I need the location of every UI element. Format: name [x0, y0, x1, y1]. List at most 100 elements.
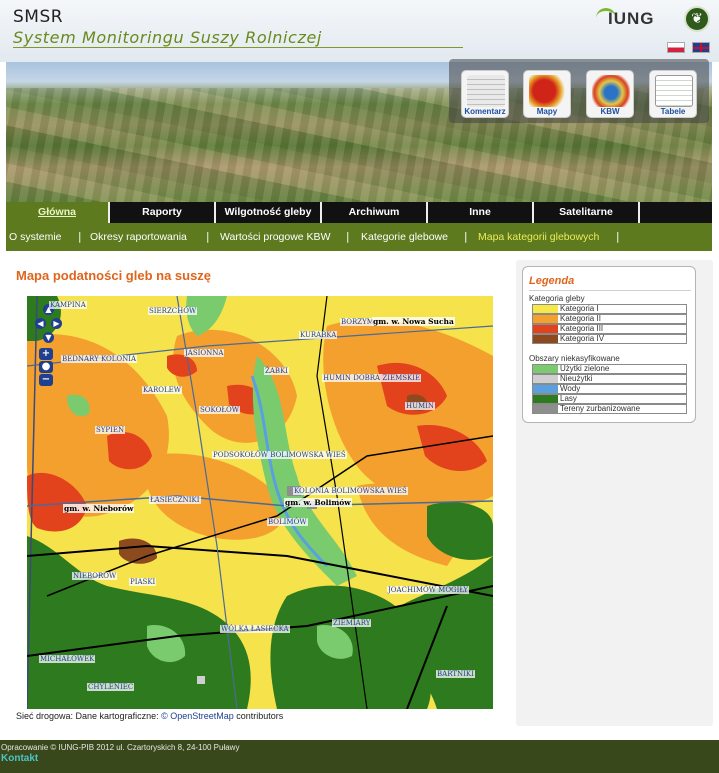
legend-row: Kategoria III: [532, 324, 687, 334]
soil-map[interactable]: ▲ ◀ ▶ ▼ + ● − KAMPINA SIERZCHÓW BORZYM K…: [27, 296, 493, 709]
legend-row-label: Kategoria IV: [560, 334, 605, 343]
zoom-control[interactable]: + ● −: [39, 348, 53, 388]
map-legend: Legenda Kategoria gleby Kategoria I Kate…: [522, 266, 696, 423]
site-abbreviation: SMSR: [13, 7, 64, 27]
legend-row: Wody: [532, 384, 687, 394]
footer-copyright: Opracowanie © IUNG-PIB 2012 ul. Czartory…: [1, 743, 240, 752]
legend-row-label: Użytki zielone: [560, 364, 610, 373]
tile-mapy[interactable]: Mapy: [523, 70, 571, 118]
tile-label: Tabele: [660, 107, 686, 116]
subnav-separator: |: [616, 231, 620, 243]
legend-swatch: [533, 305, 558, 313]
map-place-label: SOKOŁÓW: [199, 406, 240, 414]
map-place-label: JOACHIMÓW MOGIŁY: [387, 586, 470, 594]
legend-row-label: Lasy: [560, 394, 577, 403]
subnav-separator: |: [78, 231, 82, 243]
page-title: Mapa podatności gleb na suszę: [16, 268, 212, 283]
legend-swatch: [533, 375, 558, 383]
pan-right-icon[interactable]: ▶: [51, 318, 62, 329]
map-place-label: SYPIEŃ: [95, 426, 126, 434]
iung-logo[interactable]: IUNG: [596, 6, 676, 32]
main-nav: Główna Raporty Wilgotność gleby Archiwum…: [6, 202, 712, 223]
globe-icon[interactable]: ●: [39, 361, 53, 373]
table-icon: [655, 75, 693, 107]
map-place-label: BEDNARY KOLONIA: [61, 355, 138, 363]
credit-suffix: contributors: [236, 711, 284, 721]
subnav-okresy-raportowania[interactable]: Okresy raportowania: [90, 231, 187, 243]
tab-inne[interactable]: Inne: [428, 202, 534, 223]
tile-label: Mapy: [536, 107, 558, 116]
title-underline: [13, 47, 463, 48]
tile-komentarz[interactable]: Komentarz: [461, 70, 509, 118]
subnav-o-systemie[interactable]: O systemie: [9, 231, 62, 243]
legend-swatch: [533, 335, 558, 343]
legend-row: Użytki zielone: [532, 364, 687, 374]
contact-link[interactable]: Kontakt: [1, 753, 38, 764]
legend-row-label: Kategoria II: [560, 314, 601, 323]
subnav-wartosci-progowe[interactable]: Wartości progowe KBW: [220, 231, 330, 243]
legend-row: Kategoria II: [532, 314, 687, 324]
site-title[interactable]: System Monitoringu Suszy Rolniczej: [13, 28, 322, 47]
map-place-label: PODSOKOŁÓW BOLIMOWSKA WIEŚ: [212, 451, 347, 459]
legend-row: Tereny zurbanizowane: [532, 404, 687, 414]
map-place-label: HUMIN DOBRA ZIEMSKIE: [322, 374, 422, 382]
map-place-label: KURABKA: [299, 331, 338, 339]
legend-swatch: [533, 365, 558, 373]
map-place-label: KOLONIA BOLIMOWSKA WIEŚ: [293, 487, 408, 495]
pan-left-icon[interactable]: ◀: [35, 318, 46, 329]
tab-satelitarne[interactable]: Satelitarne: [534, 202, 640, 223]
map-place-label: HUMIN: [405, 402, 436, 410]
legend-swatch: [533, 315, 558, 323]
subnav-mapa-kategorii[interactable]: Mapa kategorii glebowych: [478, 231, 599, 243]
leaf-seal-icon[interactable]: ❦: [684, 6, 710, 32]
legend-swatch: [533, 325, 558, 333]
map-place-label: BARTNIKI: [436, 670, 475, 678]
tile-kbw[interactable]: KBW: [586, 70, 634, 118]
legend-row: Kategoria I: [532, 304, 687, 314]
legend-row-label: Kategoria III: [560, 324, 604, 333]
map-place-label: CHYLENIEC: [87, 683, 135, 691]
map-place-label: MICHAŁÓWEK: [39, 655, 96, 663]
map-place-label: BOLIMÓW: [267, 518, 308, 526]
map-gmina-label: gm. w. Nieborów: [63, 504, 135, 513]
legend-divider: [529, 290, 691, 291]
tile-label: KBW: [600, 107, 620, 116]
site-footer: Opracowanie © IUNG-PIB 2012 ul. Czartory…: [0, 740, 719, 773]
osm-link[interactable]: © OpenStreetMap: [161, 711, 234, 721]
tile-tabele[interactable]: Tabele: [649, 70, 697, 118]
zoom-in-icon[interactable]: +: [39, 348, 53, 360]
map-place-label: JASIONNA: [184, 349, 225, 357]
tab-archiwum[interactable]: Archiwum: [322, 202, 428, 223]
subnav-separator: |: [346, 231, 350, 243]
legend-row: Kategoria IV: [532, 334, 687, 344]
sub-nav: O systemie | Okresy raportowania | Warto…: [6, 223, 712, 251]
map-place-label: ŻABKI: [264, 367, 290, 375]
credit-prefix: Sieć drogowa: Dane kartograficzne:: [16, 711, 159, 721]
zoom-out-icon[interactable]: −: [39, 374, 53, 386]
subnav-kategorie-glebowe[interactable]: Kategorie glebowe: [361, 231, 448, 243]
subnav-separator: |: [206, 231, 210, 243]
map-place-label: BORZYM: [340, 318, 375, 326]
map-icon: [529, 75, 567, 107]
map-place-label: SIERZCHÓW: [148, 307, 198, 315]
legend-row-label: Kategoria I: [560, 304, 599, 313]
map-gmina-label: gm. w. Bolimów: [284, 498, 352, 507]
legend-row: Lasy: [532, 394, 687, 404]
tab-wilgotnosc-gleby[interactable]: Wilgotność gleby: [216, 202, 322, 223]
legend-swatch: [533, 385, 558, 393]
legend-swatch: [533, 405, 558, 413]
kbw-map-icon: [592, 75, 630, 107]
legend-section-other: Obszary niekasyfikowane: [529, 354, 620, 363]
polish-flag-icon[interactable]: [667, 42, 685, 53]
pan-down-icon[interactable]: ▼: [43, 332, 54, 343]
site-header: SMSR System Monitoringu Suszy Rolniczej …: [0, 0, 719, 62]
map-place-label: PIASKI: [129, 578, 157, 586]
document-icon: [467, 75, 505, 107]
tab-raporty[interactable]: Raporty: [110, 202, 216, 223]
legend-row-label: Nieużytki: [560, 374, 593, 383]
tab-glowna[interactable]: Główna: [6, 202, 110, 223]
map-place-label: ŁASIECZNIKI: [149, 496, 201, 504]
legend-section-soil: Kategoria gleby: [529, 294, 585, 303]
pan-control[interactable]: ▲ ◀ ▶ ▼: [35, 304, 62, 344]
english-flag-icon[interactable]: [692, 42, 710, 53]
